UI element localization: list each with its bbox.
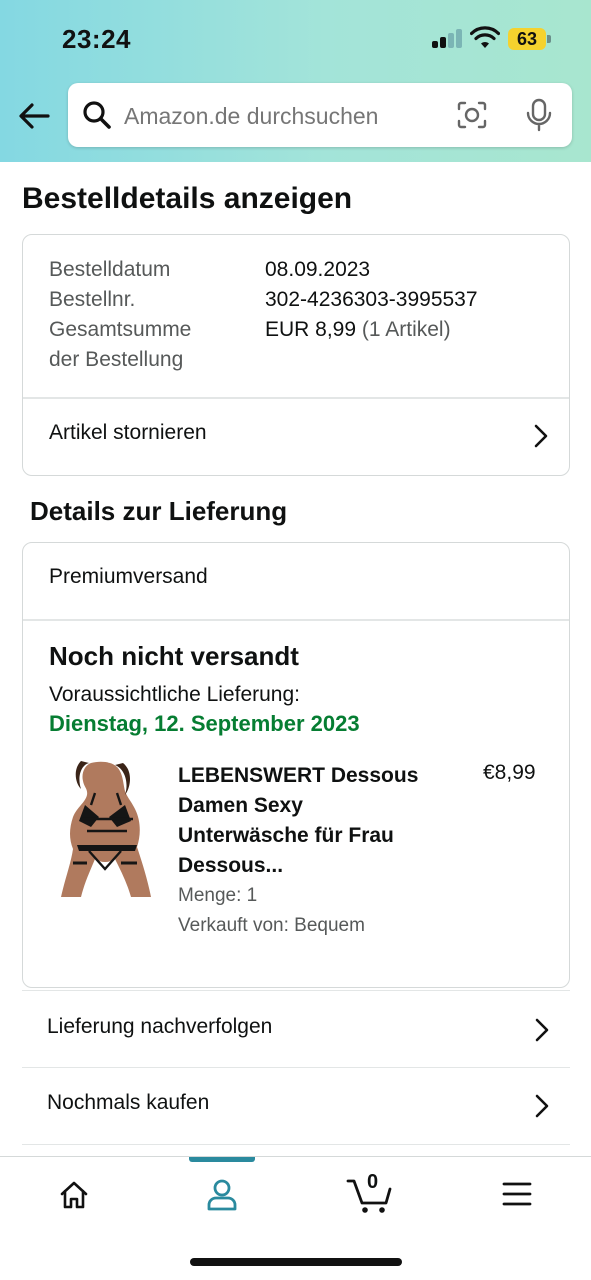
back-arrow-icon[interactable] xyxy=(16,98,52,134)
cellular-signal-icon xyxy=(432,29,464,48)
home-indicator xyxy=(190,1258,402,1266)
shipment-status: Noch nicht versandt xyxy=(49,641,299,671)
search-icon xyxy=(83,101,111,129)
order-total-value: EUR 8,99 (1 Artikel) xyxy=(265,315,451,345)
track-delivery-label: Lieferung nachverfolgen xyxy=(47,1015,273,1038)
page-title: Bestelldetails anzeigen xyxy=(22,182,353,215)
shipping-method: Premiumversand xyxy=(49,565,208,588)
camera-scan-icon[interactable] xyxy=(456,100,488,130)
chevron-right-icon xyxy=(535,1094,549,1118)
app-header: 23:24 63 Amazon.de durchsuchen xyxy=(0,0,591,162)
cart-count-badge: 0 xyxy=(367,1171,379,1193)
order-date-value: 08.09.2023 xyxy=(265,258,371,281)
chevron-right-icon xyxy=(535,1018,549,1042)
product-quantity: Menge: 1 xyxy=(178,885,258,906)
buy-again-label: Nochmals kaufen xyxy=(47,1091,210,1114)
cancel-items-label: Artikel stornieren xyxy=(49,421,207,444)
account-icon[interactable] xyxy=(205,1177,239,1211)
product-title[interactable]: LEBENSWERT Dessous Damen Sexy Unterwäsch… xyxy=(178,761,428,881)
order-summary-card: Bestelldatum 08.09.2023 Bestellnr. 302-4… xyxy=(22,234,570,476)
order-date-label: Bestelldatum xyxy=(49,258,171,281)
cancel-items-row[interactable]: Artikel stornieren xyxy=(23,398,569,475)
active-tab-indicator xyxy=(189,1157,255,1162)
order-total-label-line2: der Bestellung xyxy=(49,348,184,371)
eta-date: Dienstag, 12. September 2023 xyxy=(49,711,360,736)
delivery-section-title: Details zur Lieferung xyxy=(30,496,288,526)
eta-label: Voraussichtliche Lieferung: xyxy=(49,683,300,706)
battery-cap xyxy=(547,35,551,43)
home-icon[interactable] xyxy=(58,1179,90,1211)
order-total-label-line1: Gesamtsumme xyxy=(49,318,192,341)
battery-indicator: 63 xyxy=(508,28,546,50)
order-number-label: Bestellnr. xyxy=(49,288,136,311)
menu-icon[interactable] xyxy=(502,1181,532,1207)
microphone-icon[interactable] xyxy=(524,98,554,132)
product-image[interactable] xyxy=(51,759,157,901)
status-time: 23:24 xyxy=(62,24,131,54)
chevron-right-icon xyxy=(534,424,548,448)
product-price: €8,99 xyxy=(483,761,536,784)
order-total-items: (1 Artikel) xyxy=(361,318,451,341)
delivery-card: Premiumversand Noch nicht versandt Vorau… xyxy=(22,542,570,988)
buy-again-row[interactable]: Nochmals kaufen xyxy=(22,1067,570,1145)
order-total-amount: EUR 8,99 xyxy=(265,318,357,341)
wifi-icon xyxy=(470,26,500,48)
divider xyxy=(23,619,569,621)
product-seller: Verkauft von: Bequem xyxy=(178,915,365,936)
search-placeholder: Amazon.de durchsuchen xyxy=(124,103,379,129)
track-delivery-row[interactable]: Lieferung nachverfolgen xyxy=(22,990,570,1068)
order-number-value: 302-4236303-3995537 xyxy=(265,288,478,311)
search-input[interactable]: Amazon.de durchsuchen xyxy=(68,83,572,147)
